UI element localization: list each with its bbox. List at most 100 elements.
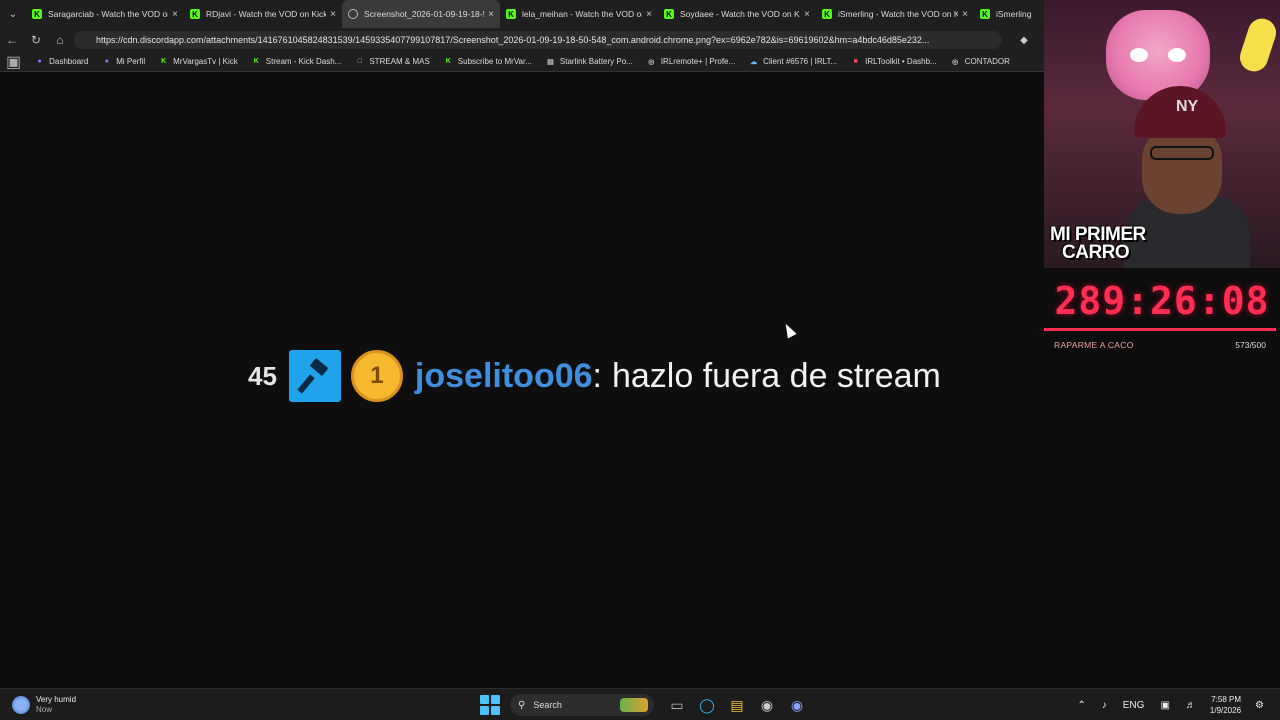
url-text: https://cdn.discordapp.com/attachments/1…	[96, 35, 930, 45]
folder-icon: □	[357, 58, 362, 65]
bookmark-subscribe[interactable]: K Subscribe to MrVar...	[444, 57, 532, 66]
discord-icon[interactable]: ◉	[785, 693, 809, 717]
tab-title: lela_meihan - Watch the VOD on K	[522, 9, 643, 19]
cloud-icon: ☁	[750, 58, 758, 66]
bookmark-stream-kick[interactable]: K Stream - Kick Dash...	[252, 57, 342, 66]
home-icon[interactable]: ⌂	[48, 33, 72, 47]
goal-count: 573/500	[1235, 340, 1266, 350]
address-bar-row: ← ↻ ⌂ https://cdn.discordapp.com/attachm…	[0, 28, 1044, 52]
bookmark-irltoolkit[interactable]: ■ IRLToolkit • Dashb...	[851, 57, 937, 66]
weather-title: Very humid	[36, 695, 77, 704]
close-icon[interactable]: ×	[804, 9, 810, 20]
tab-screenshot[interactable]: Screenshot_2026-01-09-19-18-50 ×	[342, 0, 500, 28]
countdown-timer: 289:26:08	[1054, 279, 1270, 323]
bookmark-mrvargastv[interactable]: K MrVargasTv | Kick	[159, 57, 238, 66]
bookmark-label: Dashboard	[49, 57, 89, 66]
bookmark-contador[interactable]: ◎ CONTADOR	[951, 57, 1010, 66]
url-field[interactable]: https://cdn.discordapp.com/attachments/1…	[74, 31, 1002, 49]
caption-line-2: CARRO	[1062, 242, 1130, 263]
globe-icon	[348, 9, 358, 19]
tab-ismerling-2[interactable]: K iSmerling - W	[974, 0, 1038, 28]
extensions-icon[interactable]: ◆	[1004, 35, 1044, 46]
language-indicator[interactable]: ENG	[1123, 700, 1145, 711]
tab-title: RDjavi - Watch the VOD on Kick	[206, 9, 327, 19]
tab-title: iSmerling - Watch the VOD on Kic	[838, 9, 959, 19]
bookmark-irlremote[interactable]: ◎ IRLremote+ | Profe...	[647, 57, 735, 66]
tab-title: iSmerling - W	[996, 9, 1032, 19]
bookmark-label: Subscribe to MrVar...	[457, 57, 532, 66]
tab-strip: ⌄ K Saragarciab - Watch the VOD on K × K…	[0, 0, 1044, 28]
bookmark-label: CONTADOR	[964, 57, 1010, 66]
chat-username: joselitoo06	[414, 356, 593, 395]
kick-icon: K	[161, 58, 167, 65]
bookmark-stream-mas[interactable]: □ STREAM & MAS	[355, 57, 430, 66]
bookmarks-bar: ▣ ● Dashboard ● Mi Perfil K MrVargasTv | Ki…	[0, 52, 1044, 72]
tab-lela-meihan[interactable]: K lela_meihan - Watch the VOD on K ×	[500, 0, 658, 28]
chat-separator: :	[592, 356, 602, 395]
search-highlight-icon	[620, 698, 648, 712]
bookmark-label: STREAM & MAS	[369, 57, 430, 66]
tab-title: Screenshot_2026-01-09-19-18-50	[364, 9, 485, 19]
bookmark-mi-perfil[interactable]: ● Mi Perfil	[102, 57, 146, 66]
task-view-icon[interactable]: ▭	[665, 693, 689, 717]
tab-rdjavi[interactable]: K RDjavi - Watch the VOD on Kick ×	[184, 0, 342, 28]
goal-label: RAPARME A CACO	[1054, 340, 1134, 350]
file-explorer-icon[interactable]: ▤	[725, 693, 749, 717]
webcam-feed: NY MI PRIMER CARRO	[1044, 0, 1280, 268]
kick-icon: K	[506, 9, 516, 19]
chevron-up-icon[interactable]: ⌃	[1077, 700, 1085, 711]
kick-icon: K	[32, 9, 42, 19]
tab-search-icon[interactable]: ⌄	[0, 0, 26, 28]
kick-icon: K	[190, 9, 200, 19]
back-icon[interactable]: ←	[0, 33, 24, 47]
kick-icon: K	[253, 58, 259, 65]
toolkit-icon: ■	[853, 58, 858, 65]
overlay-caption: MI PRIMER CARRO	[1050, 225, 1146, 263]
obs-icon[interactable]: ◉	[755, 693, 779, 717]
volume-icon[interactable]: ♬	[1186, 700, 1196, 711]
bookmark-starlink[interactable]: ▤ Starlink Battery Po...	[546, 57, 633, 66]
close-icon[interactable]: ×	[330, 9, 336, 20]
close-icon[interactable]: ×	[172, 9, 178, 20]
close-icon[interactable]: ×	[488, 9, 494, 20]
kick-icon: K	[980, 9, 990, 19]
bookmark-label: IRLToolkit • Dashb...	[865, 57, 937, 66]
clock-time: 7:58 PM	[1211, 695, 1242, 704]
tab-title: Soydaee - Watch the VOD on Kick	[680, 9, 801, 19]
sidebar-toggle-icon[interactable]: ▣	[6, 52, 21, 72]
taskbar-apps: ⚲ Search ▭ ◯ ▤ ◉ ◉	[480, 689, 812, 720]
goal-widget: RAPARME A CACO 573/500	[1044, 328, 1276, 354]
close-icon[interactable]: ×	[962, 9, 968, 20]
tab-saragarciab[interactable]: K Saragarciab - Watch the VOD on K ×	[26, 0, 184, 28]
banana-icon	[1236, 14, 1280, 76]
search-icon: ⚲	[518, 699, 526, 711]
coin-badge-icon: 1	[350, 350, 403, 402]
tab-soydaee[interactable]: K Soydaee - Watch the VOD on Kick ×	[658, 0, 816, 28]
page-icon: ▤	[547, 58, 554, 66]
bookmark-label: Stream - Kick Dash...	[265, 57, 342, 66]
notifications-icon[interactable]: ⚙	[1255, 700, 1264, 711]
bookmark-dashboard[interactable]: ● Dashboard	[35, 57, 89, 66]
reload-icon[interactable]: ↻	[24, 33, 48, 47]
bookmark-client[interactable]: ☁ Client #6576 | IRLT...	[749, 57, 837, 66]
profile-icon: ●	[104, 58, 109, 65]
close-icon[interactable]: ×	[646, 9, 652, 20]
bookmark-label: Mi Perfil	[116, 57, 146, 66]
tab-ismerling[interactable]: K iSmerling - Watch the VOD on Kic ×	[816, 0, 974, 28]
moderator-hammer-icon	[288, 350, 341, 402]
weather-widget[interactable]: Very humid Now	[12, 695, 76, 715]
taskbar-search[interactable]: ⚲ Search	[510, 694, 654, 716]
network-icon[interactable]: ▣	[1160, 700, 1169, 711]
kick-icon: K	[445, 58, 451, 65]
edge-icon[interactable]: ◯	[695, 693, 719, 717]
system-tray: ⌃ ♪ ENG ▣ ♬ 7:58 PM 1/9/2026 ⚙	[1069, 689, 1272, 720]
clock[interactable]: 7:58 PM 1/9/2026	[1210, 694, 1241, 716]
dashboard-icon: ●	[37, 58, 42, 65]
weather-icon	[12, 696, 30, 714]
kick-icon: K	[822, 9, 832, 19]
microphone-icon[interactable]: ♪	[1102, 700, 1107, 711]
globe-icon: ◎	[648, 58, 655, 66]
windows-start-icon[interactable]	[480, 695, 500, 715]
kick-icon: K	[664, 9, 674, 19]
screen: ⌄ K Saragarciab - Watch the VOD on K × K…	[0, 0, 1280, 720]
